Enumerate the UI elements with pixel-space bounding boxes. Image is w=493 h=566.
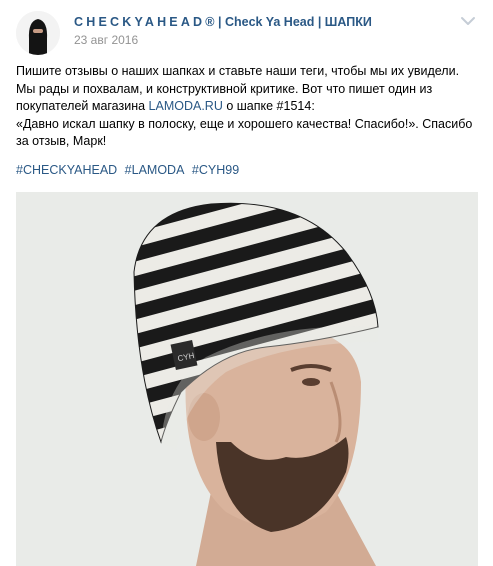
post-text-paragraph: Пишите отзывы о наших шапках и ставьте н… xyxy=(16,63,481,116)
post-date[interactable]: 23 авг 2016 xyxy=(74,33,138,47)
lamoda-link[interactable]: LAMODA.RU xyxy=(149,99,223,113)
post-text-quote: «Давно искал шапку в полоску, еще и хоро… xyxy=(16,116,473,149)
author-name-rest: ® | Check Ya Head | ШАПКИ xyxy=(205,15,372,29)
hashtag-checkyahead[interactable]: #CHECKYAHEAD xyxy=(16,163,117,177)
post-author[interactable]: CHECKYAHEAD® | Check Ya Head | ШАПКИ xyxy=(74,15,372,29)
striped-beanie-photo: CYH xyxy=(16,192,478,566)
post-header: CHECKYAHEAD® | Check Ya Head | ШАПКИ 23 … xyxy=(16,11,477,55)
avatar[interactable] xyxy=(16,11,60,55)
post-menu-button[interactable] xyxy=(459,14,477,28)
author-brand: CHECKYAHEAD xyxy=(74,15,206,29)
balaclava-avatar-image xyxy=(16,11,60,55)
post-text-intro-end: о шапке #1514: xyxy=(222,99,315,113)
hashtag-cyh99[interactable]: #CYH99 xyxy=(192,163,239,177)
hashtags: #CHECKYAHEAD #LAMODA #CYH99 xyxy=(16,163,243,177)
post-text: Пишите отзывы о наших шапках и ставьте н… xyxy=(16,63,481,151)
hashtag-lamoda[interactable]: #LAMODA xyxy=(125,163,185,177)
post-photo[interactable]: CYH xyxy=(16,192,478,566)
wall-post: CHECKYAHEAD® | Check Ya Head | ШАПКИ 23 … xyxy=(0,0,493,566)
chevron-down-icon xyxy=(461,17,475,25)
